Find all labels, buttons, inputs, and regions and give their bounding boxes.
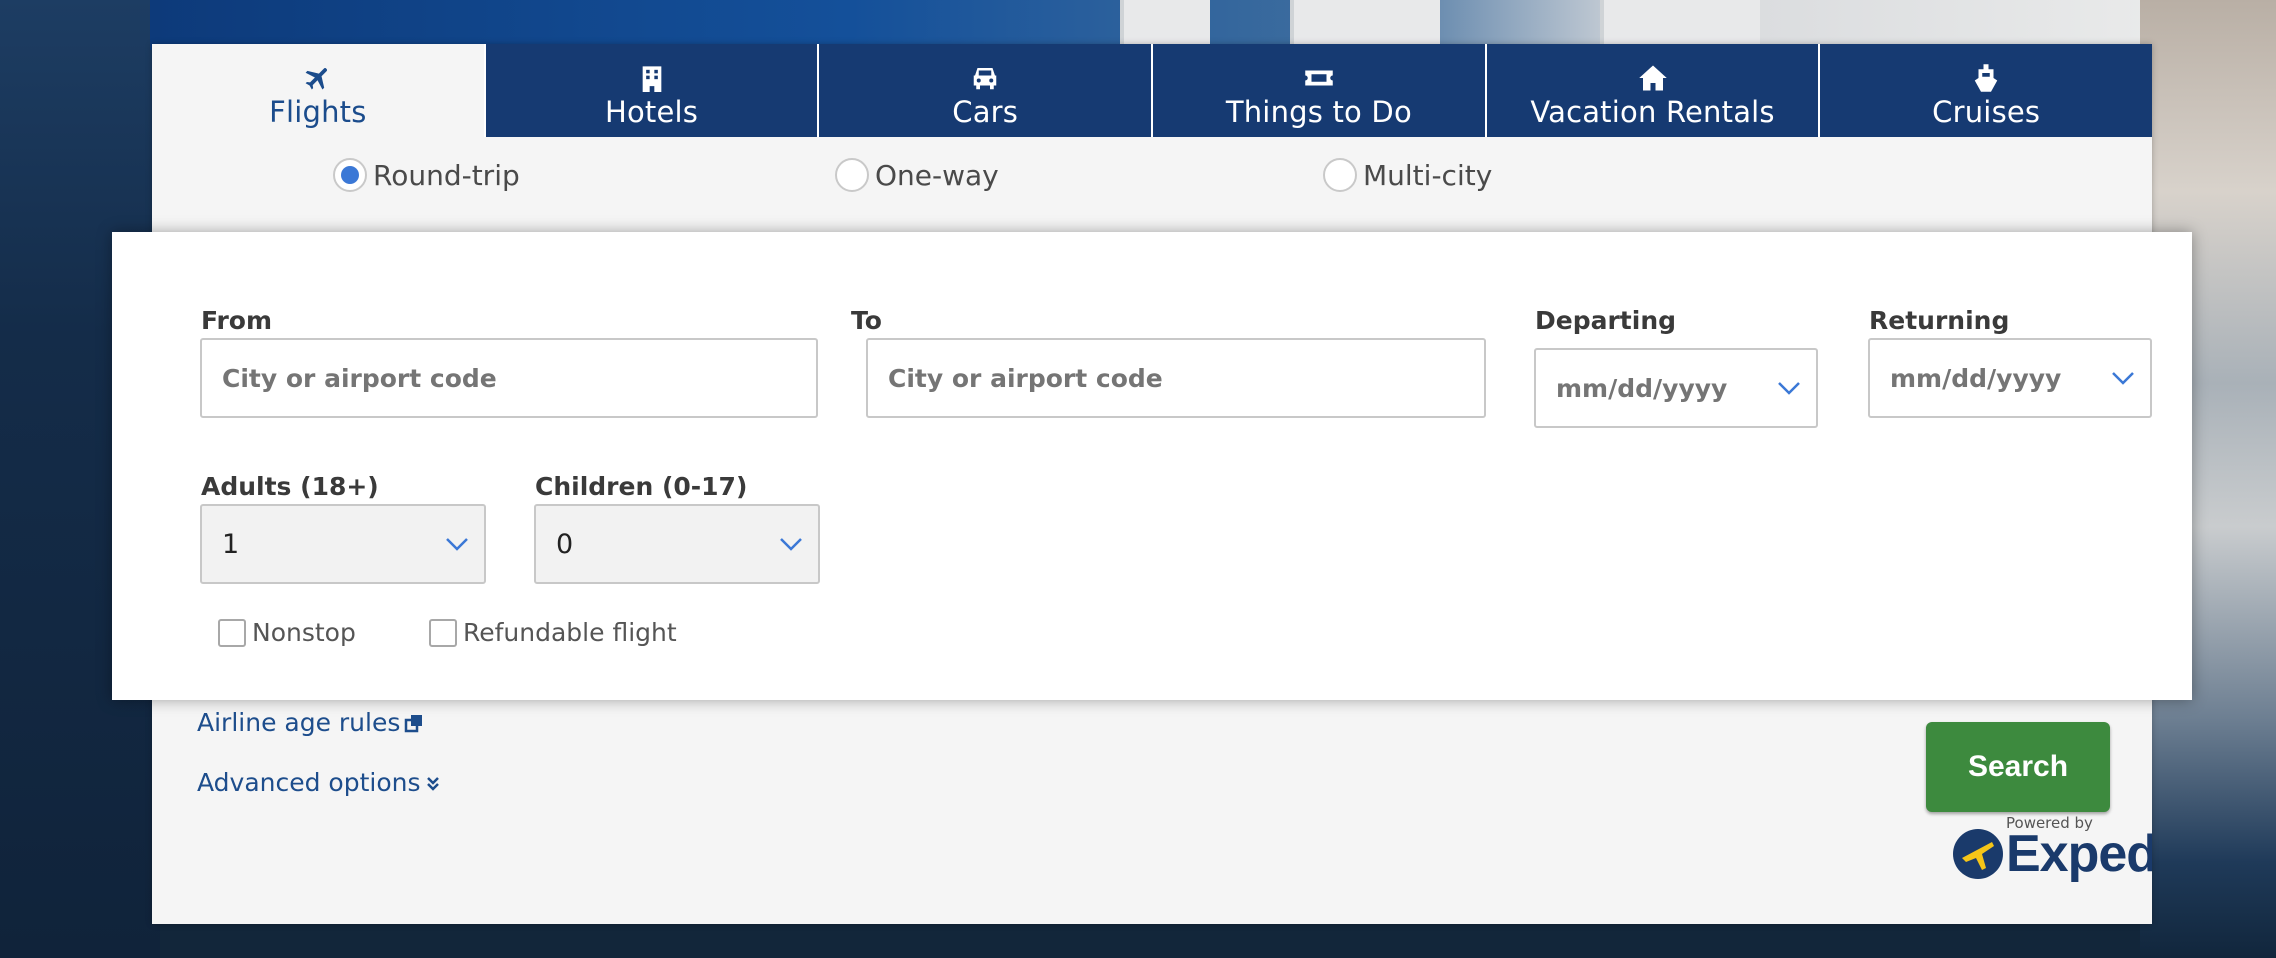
expedia-wordmark: Expedia	[2006, 825, 2152, 883]
advanced-options-link[interactable]: Advanced options	[197, 768, 441, 797]
airline-age-rules-link[interactable]: Airline age rules	[197, 708, 424, 737]
tab-cruises[interactable]: Cruises	[1818, 44, 2153, 137]
returning-date-value: mm/dd/yyyy	[1890, 363, 2062, 393]
tab-label: Cruises	[1932, 95, 2041, 129]
children-value: 0	[556, 528, 574, 560]
adults-select[interactable]: 1	[200, 504, 486, 584]
radio-multi-city[interactable]: Multi-city	[1323, 158, 1492, 192]
children-select[interactable]: 0	[534, 504, 820, 584]
chevron-down-icon	[446, 538, 468, 551]
powered-by-expedia: Powered by Expedia	[1952, 814, 2152, 884]
link-text: Advanced options	[197, 768, 421, 797]
adults-label: Adults (18+)	[201, 472, 379, 501]
trip-type-group: Round-trip One-way Multi-city	[152, 158, 2152, 198]
radio-button[interactable]	[835, 158, 869, 192]
to-input[interactable]	[866, 338, 1486, 418]
checkbox-label: Nonstop	[252, 618, 356, 647]
nonstop-checkbox[interactable]: Nonstop	[218, 618, 356, 647]
tab-label: Things to Do	[1225, 95, 1412, 129]
checkbox[interactable]	[218, 618, 246, 647]
radio-label: One-way	[875, 158, 999, 192]
double-chevron-down-icon	[425, 773, 441, 793]
search-button[interactable]: Search	[1926, 722, 2110, 812]
car-icon	[970, 63, 1000, 93]
ship-icon	[1971, 63, 2001, 93]
external-link-icon	[404, 713, 424, 733]
returning-label: Returning	[1869, 306, 2010, 335]
checkbox-label: Refundable flight	[463, 618, 677, 647]
background-house	[1600, 0, 1760, 44]
search-form-card: From To Departing mm/dd/yyyy Returning m…	[112, 232, 2192, 700]
refundable-checkbox[interactable]: Refundable flight	[429, 618, 677, 647]
background-house	[1290, 0, 1440, 44]
chevron-down-icon	[2112, 372, 2134, 385]
radio-label: Round-trip	[373, 158, 520, 192]
checkbox[interactable]	[429, 618, 457, 647]
radio-button[interactable]	[1323, 158, 1357, 192]
radio-one-way[interactable]: One-way	[835, 158, 999, 192]
from-input[interactable]	[200, 338, 818, 418]
plane-icon	[303, 63, 333, 93]
product-tabs: Flights Hotels Cars Things to Do Vacatio…	[152, 44, 2153, 137]
children-label: Children (0-17)	[535, 472, 748, 501]
tab-things-to-do[interactable]: Things to Do	[1151, 44, 1485, 137]
tab-flights[interactable]: Flights	[152, 44, 484, 137]
tab-label: Flights	[269, 95, 367, 129]
adults-value: 1	[222, 528, 240, 560]
building-icon	[637, 63, 667, 93]
tab-vacation-rentals[interactable]: Vacation Rentals	[1484, 44, 1819, 137]
tab-label: Cars	[952, 95, 1019, 129]
departing-date-picker[interactable]: mm/dd/yyyy	[1534, 348, 1818, 428]
expedia-globe-icon	[1953, 829, 2003, 879]
returning-date-picker[interactable]: mm/dd/yyyy	[1868, 338, 2152, 418]
departing-label: Departing	[1535, 306, 1677, 335]
tab-hotels[interactable]: Hotels	[483, 44, 818, 137]
chevron-down-icon	[780, 538, 802, 551]
tab-label: Vacation Rentals	[1530, 95, 1775, 129]
ticket-icon	[1304, 63, 1334, 93]
chevron-down-icon	[1778, 382, 1800, 395]
tab-cars[interactable]: Cars	[817, 44, 1152, 137]
tab-label: Hotels	[604, 95, 699, 129]
radio-round-trip[interactable]: Round-trip	[333, 158, 520, 192]
radio-label: Multi-city	[1363, 158, 1493, 192]
radio-button[interactable]	[333, 158, 367, 192]
link-text: Airline age rules	[197, 708, 401, 737]
background-house	[1120, 0, 1210, 44]
expedia-logo: Expedia	[1952, 824, 2152, 884]
house-icon	[1638, 63, 1668, 93]
from-label: From	[201, 306, 273, 335]
to-label: To	[851, 306, 882, 335]
departing-date-value: mm/dd/yyyy	[1556, 373, 1728, 403]
